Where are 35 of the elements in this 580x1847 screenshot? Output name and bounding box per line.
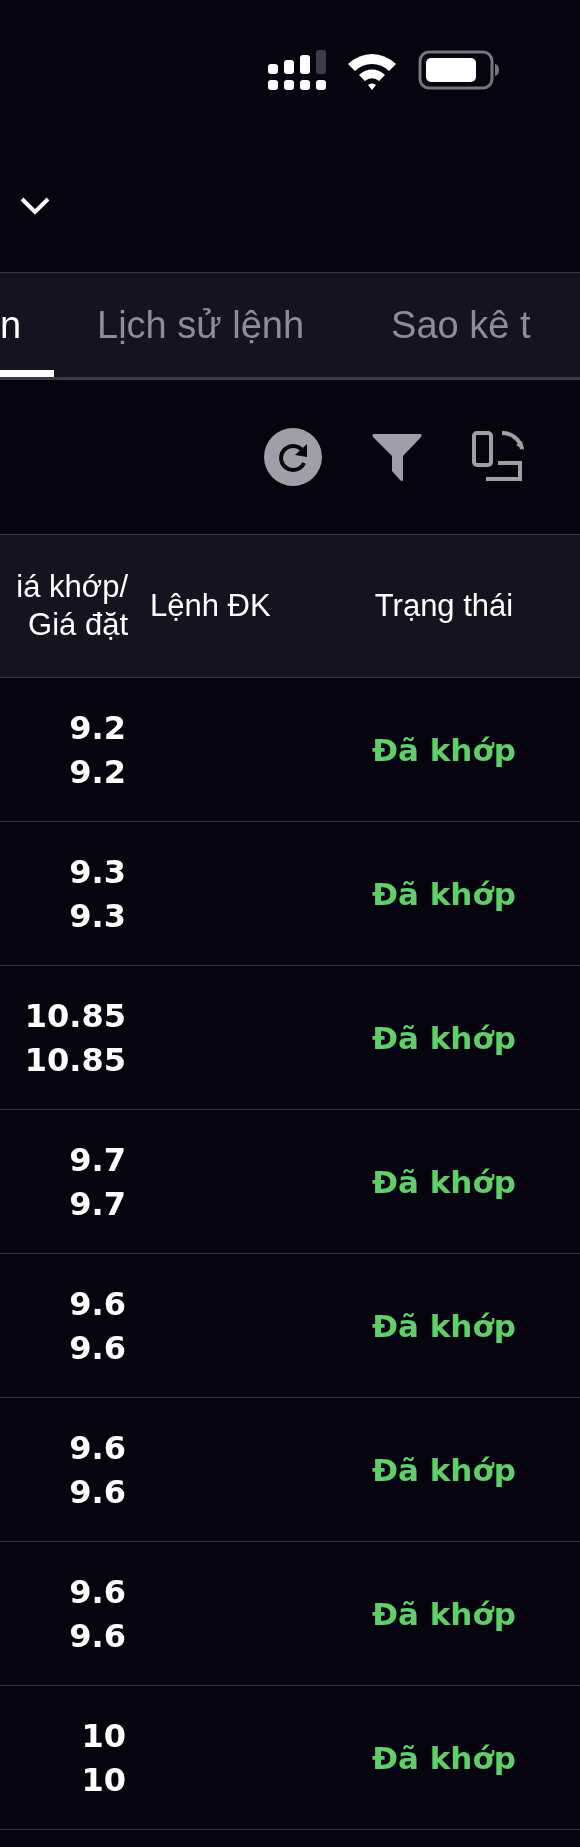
matched-price: 9.6 — [69, 1571, 126, 1613]
chevron-down-icon[interactable] — [19, 196, 51, 216]
filter-icon[interactable] — [372, 432, 422, 482]
column-header: iá khớp/ Giá đặt — [16, 568, 129, 644]
matched-price: 9.2 — [69, 707, 126, 749]
status-text: Đã khớp — [372, 1163, 516, 1200]
battery-icon — [418, 50, 500, 90]
column-header: Trạng thái — [374, 587, 514, 625]
status-text: Đã khớp — [372, 1307, 516, 1344]
order-price: 10.85 — [24, 1039, 126, 1081]
tab[interactable]: Lịch sử lệnh — [97, 273, 305, 377]
order-price: 10 — [81, 1759, 126, 1801]
status-text: Đã khớp — [372, 1595, 516, 1632]
matched-price: 10.85 — [24, 995, 126, 1037]
matched-price: 9.3 — [69, 851, 126, 893]
tab[interactable]: Sao kê t — [391, 273, 531, 377]
order-price: 9.6 — [69, 1327, 126, 1369]
matched-price: 9.7 — [69, 1139, 126, 1181]
matched-price: 10 — [81, 1715, 126, 1757]
order-price: 9.7 — [69, 1183, 126, 1225]
refresh-icon[interactable] — [264, 428, 322, 486]
status-text: Đã khớp — [372, 731, 516, 768]
order-price: 9.6 — [69, 1471, 126, 1513]
status-text: Đã khớp — [372, 875, 516, 912]
status-text: Đã khớp — [372, 1019, 516, 1056]
order-price: 9.6 — [69, 1615, 126, 1657]
rotate-device-icon[interactable] — [472, 431, 524, 483]
matched-price: 9.6 — [69, 1427, 126, 1469]
matched-price: 9.6 — [69, 1283, 126, 1325]
status-text: Đã khớp — [372, 1451, 516, 1488]
tab[interactable]: n — [0, 273, 54, 377]
column-header: Lệnh ĐK — [149, 587, 271, 625]
status-text: Đã khớp — [372, 1739, 516, 1776]
order-price: 9.2 — [69, 751, 126, 793]
order-price: 9.3 — [69, 895, 126, 937]
